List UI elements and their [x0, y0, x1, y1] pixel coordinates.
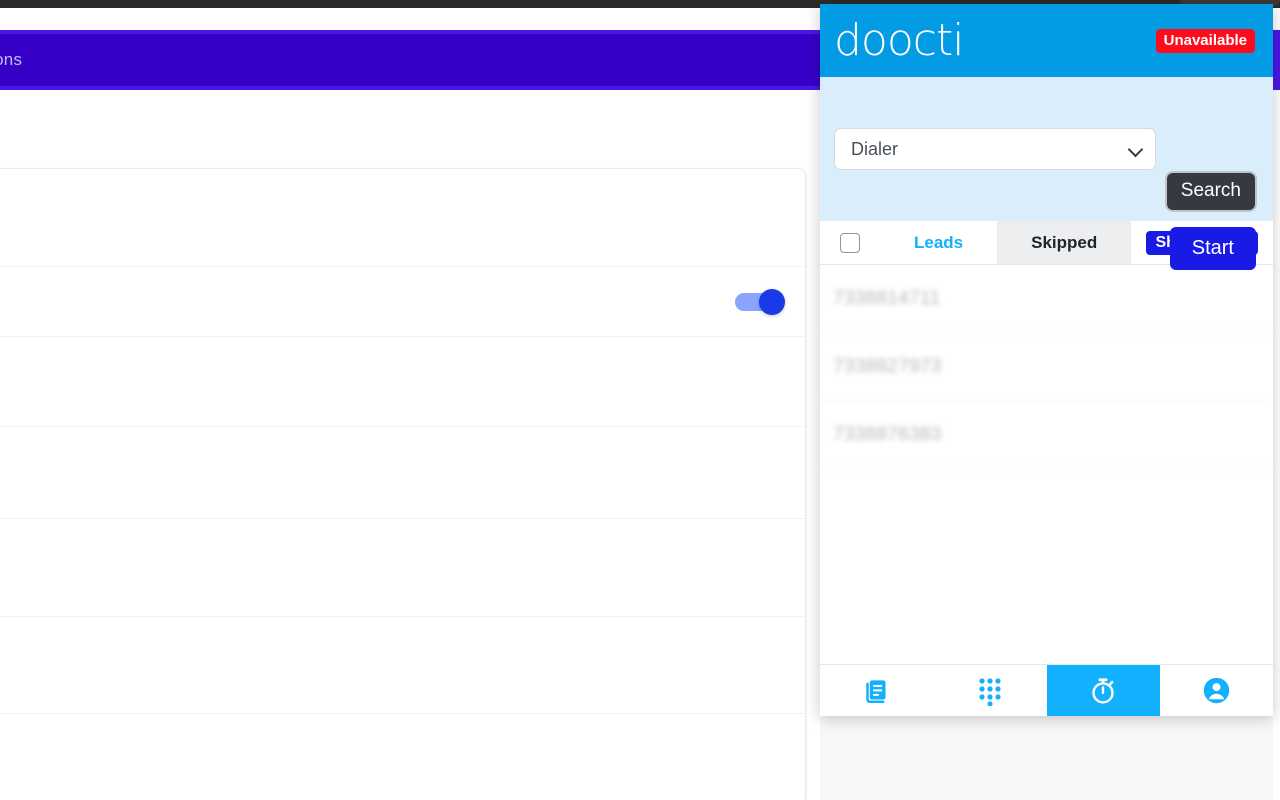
chevron-down-icon [1129, 142, 1143, 156]
nav-account[interactable] [1160, 665, 1273, 716]
list-item[interactable]: 7338814711 [820, 265, 1273, 333]
extensions-banner-right-edge [1272, 30, 1280, 90]
widget-bottom-nav [820, 664, 1273, 716]
doocti-logo: doocti [834, 14, 964, 66]
account-icon [1202, 676, 1231, 705]
extension-enable-row [0, 267, 805, 337]
dialpad-icon [976, 676, 1004, 706]
nav-call-logs[interactable] [820, 665, 933, 716]
extension-id-row: pnfbbnldhnhkfmoja [0, 617, 805, 714]
timer-icon [1088, 676, 1118, 706]
extension-title-row: Doocti [0, 169, 805, 267]
extension-detail-card: Doocti Integrate your communication plat… [0, 168, 806, 800]
extension-description-row: Integrate your communication platform wi… [0, 337, 805, 427]
extension-permissions-row [0, 427, 805, 519]
toggle-knob [759, 288, 785, 315]
status-badge: Unavailable [1155, 28, 1255, 53]
call-logs-icon [863, 677, 890, 704]
doocti-logo-text: doocti [834, 14, 964, 66]
nav-auto-dial-timer[interactable] [1046, 665, 1160, 716]
screen: Extensions Doocti Integrate your communi… [0, 0, 1280, 800]
list-item[interactable]: 7338876383 [820, 401, 1273, 469]
nav-dialpad[interactable] [933, 665, 1046, 716]
tab-leads[interactable]: Leads [880, 221, 998, 264]
doocti-widget-panel: doocti Unavailable Dialer Search Start L… [820, 4, 1273, 716]
widget-header: doocti Unavailable [820, 4, 1273, 77]
search-tooltip: Search [1164, 171, 1257, 212]
widget-controls: Dialer Search Start [820, 77, 1273, 270]
extensions-banner-title: Extensions [0, 50, 23, 69]
checkbox-box [840, 232, 860, 253]
start-button[interactable]: Start [1169, 227, 1256, 270]
extension-options-row: Extension options page [0, 714, 805, 800]
list-item[interactable]: 7338827973 [820, 333, 1273, 401]
dialer-mode-value: Dialer [851, 138, 899, 159]
select-all-leads-checkbox[interactable] [820, 221, 880, 264]
dialer-mode-select[interactable]: Dialer [834, 128, 1156, 170]
extension-enabled-toggle[interactable] [735, 288, 785, 315]
page-backdrop-below-widget [820, 716, 1273, 800]
tab-skipped[interactable]: Skipped [997, 221, 1132, 264]
extension-site-access-row [0, 519, 805, 617]
leads-list: 7338814711 7338827973 7338876383 [820, 265, 1273, 664]
